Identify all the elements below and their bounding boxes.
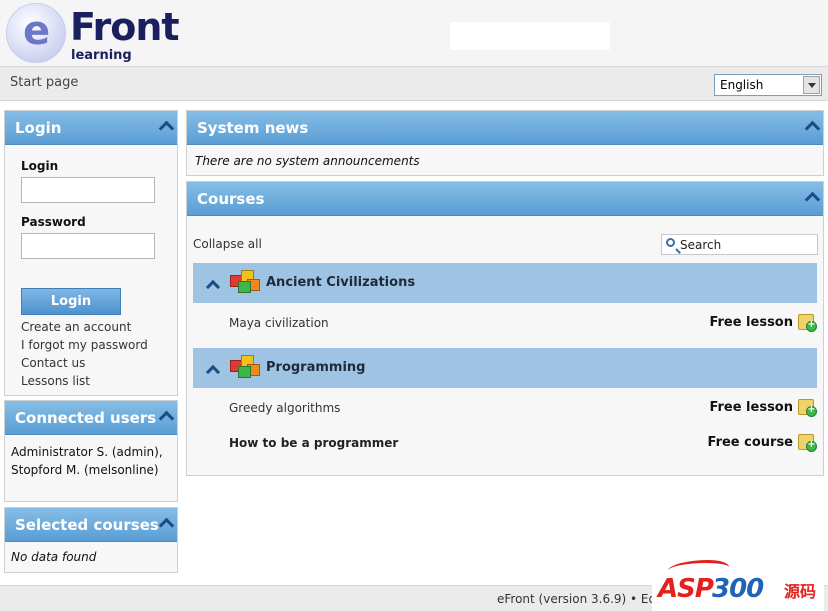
category-row-programming[interactable]: Programming <box>193 348 817 388</box>
lesson-link-greedy-algorithms[interactable]: Greedy algorithms <box>229 401 340 415</box>
category-row-ancient-civilizations[interactable]: Ancient Civilizations <box>193 263 817 303</box>
header: e Front learning <box>0 0 828 66</box>
login-block-title: Login <box>15 119 62 137</box>
collapse-all-link[interactable]: Collapse all <box>193 237 262 251</box>
search-input[interactable]: Search <box>661 234 818 255</box>
password-label: Password <box>21 215 86 229</box>
lesson-type-label: Free lesson <box>709 400 793 415</box>
contact-us-link[interactable]: Contact us <box>21 356 85 370</box>
efront-logo[interactable]: e Front learning <box>6 3 186 65</box>
watermark-part1: ASP <box>658 574 714 604</box>
add-lesson-icon[interactable] <box>798 399 817 417</box>
system-news-block: System news There are no system announce… <box>186 110 824 176</box>
language-select[interactable]: English <box>714 74 822 96</box>
login-label: Login <box>21 159 59 173</box>
search-icon <box>666 238 675 247</box>
login-input[interactable] <box>21 177 155 203</box>
selected-courses-title: Selected courses <box>15 516 159 534</box>
collapse-icon[interactable] <box>806 193 820 205</box>
collapse-icon[interactable] <box>806 122 820 134</box>
login-button[interactable]: Login <box>21 288 121 315</box>
courses-block: Courses Collapse all Search Ancient Civi… <box>186 181 824 476</box>
password-input[interactable] <box>21 233 155 259</box>
lessons-list-link[interactable]: Lessons list <box>21 374 90 388</box>
footer-version: eFront (version 3.6.9) • Ed <box>497 592 657 606</box>
logo-brand: Front <box>70 5 180 49</box>
start-page-link[interactable]: Start page <box>10 75 78 90</box>
collapse-icon[interactable] <box>160 519 174 531</box>
header-banner <box>450 22 610 50</box>
watermark-part3: 源码 <box>784 582 817 601</box>
dropdown-arrow-icon[interactable] <box>803 76 820 94</box>
category-name: Programming <box>266 360 366 375</box>
chevron-up-icon[interactable] <box>207 280 217 290</box>
lesson-link-maya-civilization[interactable]: Maya civilization <box>229 316 329 330</box>
no-data-message: No data found <box>11 550 97 564</box>
create-account-link[interactable]: Create an account <box>21 320 131 334</box>
system-news-header: System news <box>187 111 823 145</box>
logo-tagline: learning <box>71 48 132 63</box>
selected-courses-block: Selected courses No data found <box>4 507 178 573</box>
selected-courses-header: Selected courses <box>5 508 177 542</box>
connected-users-title: Connected users <box>15 409 157 427</box>
course-type-label: Free course <box>707 435 793 450</box>
login-block-header: Login <box>5 111 177 145</box>
connected-users-list: Administrator S. (admin), Stopford M. (m… <box>11 445 163 477</box>
add-lesson-icon[interactable] <box>798 314 817 332</box>
add-course-icon[interactable] <box>798 434 817 452</box>
category-name: Ancient Civilizations <box>266 275 416 290</box>
forgot-password-link[interactable]: I forgot my password <box>21 338 148 352</box>
courses-header: Courses <box>187 182 823 216</box>
collapse-icon[interactable] <box>160 412 174 424</box>
lesson-type-label: Free lesson <box>709 315 793 330</box>
logo-letter: e <box>23 8 51 54</box>
collapse-icon[interactable] <box>160 122 174 134</box>
connected-users-header: Connected users <box>5 401 177 435</box>
search-placeholder: Search <box>680 238 722 252</box>
chevron-up-icon[interactable] <box>207 365 217 375</box>
cubes-icon <box>230 355 260 379</box>
language-value: English <box>720 78 764 92</box>
no-announcements-message: There are no system announcements <box>195 154 420 168</box>
nav-bar: Start page English <box>0 66 828 101</box>
cubes-icon <box>230 270 260 294</box>
courses-title: Courses <box>197 190 265 208</box>
watermark-logo: ASP 300 源码 <box>652 556 824 611</box>
connected-users-block: Connected users Administrator S. (admin)… <box>4 400 178 502</box>
course-link-how-to-be-a-programmer[interactable]: How to be a programmer <box>229 436 398 450</box>
system-news-title: System news <box>197 119 309 137</box>
login-block: Login Login Password Login Create an acc… <box>4 110 178 396</box>
watermark-part2: 300 <box>712 574 764 604</box>
